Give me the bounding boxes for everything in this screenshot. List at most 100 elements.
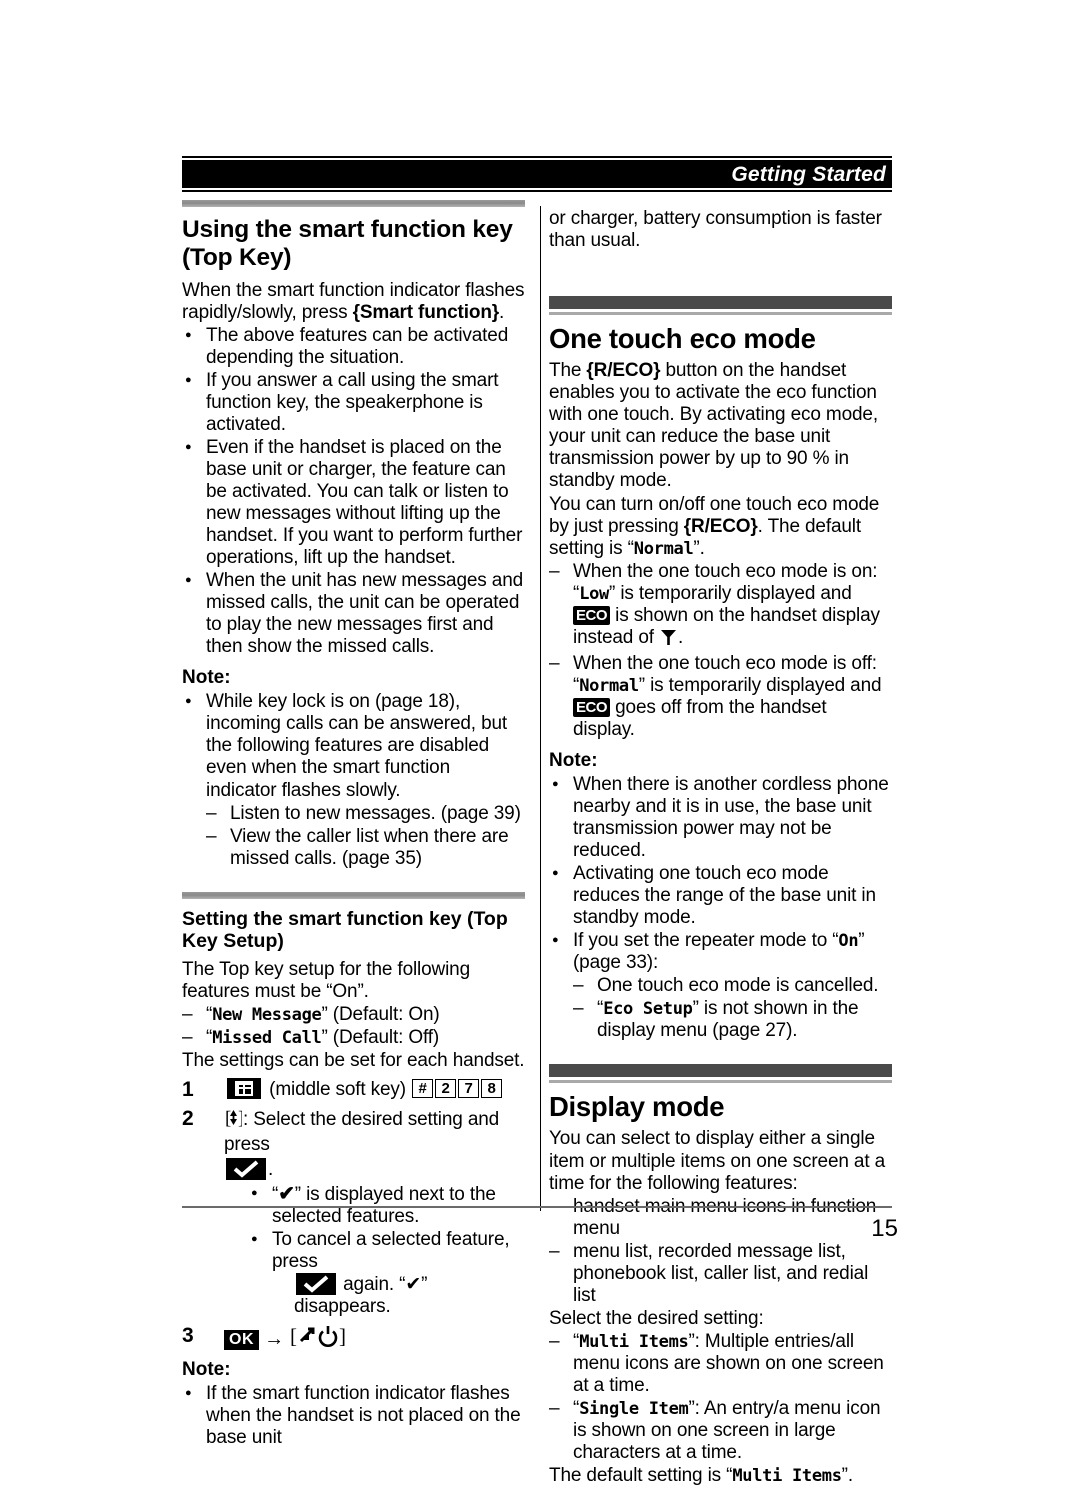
list-item: Even if the handset is placed on the bas…: [182, 436, 525, 569]
step-number: 1: [182, 1078, 194, 1101]
sub-bullet-text-pre: To cancel a selected feature, press: [272, 1229, 510, 1273]
eco-badge-icon: ECO: [573, 605, 611, 625]
step-1: 1 (middle soft key) #2 7 8: [182, 1078, 525, 1101]
step-number: 2: [182, 1107, 194, 1131]
list-item: When there is another cordless phone nea…: [549, 773, 892, 862]
list-item: Listen to new messages. (page 39): [206, 803, 525, 825]
setting-name-missed-call: Missed Call: [212, 1027, 322, 1048]
step-text: : Select the desired setting and press: [224, 1109, 500, 1156]
section-rule-setting-smart-function-key: [182, 891, 525, 899]
section-rule-display-mode: [549, 1064, 892, 1078]
eco-badge-icon: ECO: [573, 697, 611, 717]
setting-value-single-item: Single Item: [579, 1398, 689, 1419]
step-2: 2 [ ] : Select the desired setting and p…: [182, 1107, 525, 1318]
list-item: handset main menu icons in function menu: [549, 1196, 892, 1240]
ok-softkey-label: OK: [224, 1330, 259, 1351]
note-text: While key lock is on (page 18), incoming…: [206, 691, 508, 801]
paragraph-select-setting: Select the desired setting:: [549, 1307, 764, 1329]
list-repeater-consequences: One touch eco mode is cancelled. “Eco Se…: [573, 975, 892, 1042]
list-eco-note: When there is another cordless phone nea…: [549, 773, 892, 1042]
antenna-icon: [660, 628, 677, 652]
running-header: Getting Started: [182, 156, 892, 192]
paragraph-display-intro: You can select to display either a singl…: [549, 1128, 886, 1194]
right-column: or charger, battery consumption is faste…: [549, 200, 892, 1488]
footer-rule: [182, 1206, 892, 1208]
list-smart-function-bullets: The above features can be activated depe…: [182, 324, 525, 658]
step-3: 3 OK → [ ]: [182, 1324, 525, 1354]
heading-display-mode: Display mode: [549, 1091, 725, 1123]
note-label-eco: Note:: [549, 749, 598, 771]
svg-text:[: [: [290, 1324, 297, 1348]
keypad-key-2: 2: [435, 1079, 457, 1098]
setting-name-new-message: New Message: [212, 1004, 322, 1025]
step-number: 3: [182, 1324, 194, 1348]
list-item: One touch eco mode is cancelled.: [573, 975, 892, 997]
paragraph-eco-1: The {R/ECO} button on the handset enable…: [549, 360, 892, 492]
setting-value-normal: Normal: [633, 538, 694, 559]
list-section1-note: While key lock is on (page 18), incoming…: [182, 690, 525, 870]
list-item: “Multi Items”: Multiple entries/all menu…: [549, 1331, 892, 1397]
key-r-eco: {R/ECO}: [586, 360, 661, 382]
state-lead: When the one touch eco mode is off:: [573, 652, 877, 674]
section-rule-under: [549, 1080, 892, 1084]
list-item: “Single Item”: An entry/a menu icon is s…: [549, 1398, 892, 1464]
check-softkey-icon: [226, 1158, 266, 1181]
key-r-eco: {R/ECO}: [683, 515, 758, 537]
menu-item-eco-setup: Eco Setup: [603, 999, 693, 1020]
default-text-post: ”.: [841, 1464, 853, 1486]
left-column: Using the smart function key (Top Key) W…: [182, 200, 525, 1450]
list-step2-subbullets: “✔” is displayed next to the selected fe…: [248, 1182, 525, 1318]
keypad-key-hash: #: [412, 1079, 434, 1098]
page-number: 15: [871, 1215, 898, 1242]
list-item: View the caller list when there are miss…: [206, 826, 525, 870]
state-lead: When the one touch eco mode is on:: [573, 560, 878, 582]
setting-value-multi-items: Multi Items: [732, 1465, 842, 1486]
paragraph-eco-2: You can turn on/off one touch eco mode b…: [549, 494, 892, 560]
arrow-glyph: →: [264, 1328, 284, 1351]
list-display-features: handset main menu icons in function menu…: [549, 1196, 892, 1307]
header-top-rule: [182, 156, 892, 158]
setting-value-multi-items: Multi Items: [579, 1331, 689, 1352]
list-item: While key lock is on (page 18), incoming…: [182, 690, 525, 870]
heading-using-smart-function-key: Using the smart function key (Top Key): [182, 216, 513, 271]
heading-setting-smart-function-key: Setting the smart function key (Top Key …: [182, 907, 508, 953]
column-divider: [540, 206, 541, 1211]
list-item: When the unit has new messages and misse…: [182, 569, 525, 658]
list-item: When the one touch eco mode is off: “Nor…: [549, 653, 892, 741]
list-item: If you set the repeater mode to “On” (pa…: [549, 929, 892, 1042]
text-pre: The: [549, 360, 587, 382]
document-page: Getting Started Using the smart function…: [0, 0, 1080, 1486]
svg-text:[: [: [225, 1108, 231, 1128]
repeater-text-pre: If you set the repeater mode to “: [573, 930, 839, 952]
state-tail: goes off from the handset display.: [573, 696, 827, 740]
default-value: (Default: Off): [327, 1026, 440, 1048]
list-item: If you answer a call using the smart fun…: [182, 369, 525, 436]
list-eco-states: When the one touch eco mode is on: “Low”…: [549, 561, 892, 741]
default-value: (Default: On): [327, 1003, 440, 1025]
power-off-key-icon: [ ]: [290, 1324, 348, 1354]
checkmark-glyph: ✔: [278, 1183, 295, 1206]
list-item: When the one touch eco mode is on: “Low”…: [549, 561, 892, 652]
default-text-pre: The default setting is “: [549, 1464, 733, 1486]
list-item: menu list, recorded message list, phoneb…: [549, 1241, 892, 1307]
list-item: If the smart function indicator flashes …: [182, 1381, 525, 1449]
running-header-title: Getting Started: [731, 162, 886, 186]
heading-one-touch-eco-mode: One touch eco mode: [549, 323, 816, 355]
state-tail: is shown on the handset display instead …: [573, 604, 880, 648]
section-rule-using-smart-function-key: [182, 200, 525, 207]
text-end: .: [699, 537, 705, 559]
paragraph-smart-function-intro: When the smart function indicator flashe…: [182, 280, 525, 324]
setting-value-on: On: [838, 931, 859, 952]
note-label-section1: Note:: [182, 667, 231, 689]
softkey-grid-icon: [227, 1078, 261, 1099]
step-text-after-icon: .: [268, 1159, 274, 1181]
svg-text:]: ]: [339, 1324, 346, 1348]
list-section1-note-subdashes: Listen to new messages. (page 39) View t…: [206, 803, 525, 870]
paragraph-continuation: or charger, battery consumption is faste…: [549, 208, 882, 252]
keypad-key-7: 7: [458, 1079, 480, 1098]
list-item: The above features can be activated depe…: [182, 324, 525, 369]
navigator-up-down-icon: [ ]: [225, 1107, 244, 1134]
check-softkey-icon: [296, 1273, 336, 1296]
header-bottom-rule: [182, 190, 892, 192]
list-item: “Eco Setup” is not shown in the display …: [573, 998, 892, 1042]
